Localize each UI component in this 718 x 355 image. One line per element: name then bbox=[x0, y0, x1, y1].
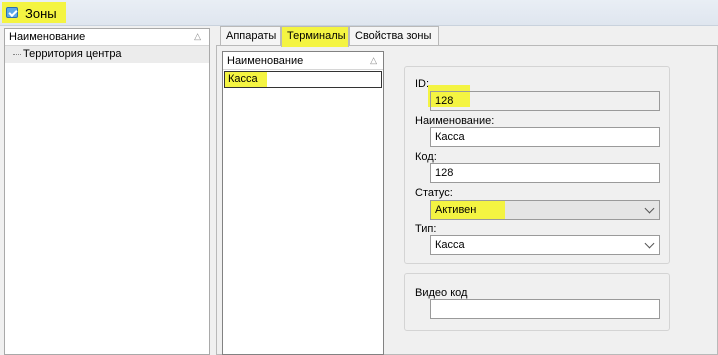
list-item-label: Касса bbox=[228, 73, 258, 85]
sort-arrow-icon[interactable]: △ bbox=[370, 55, 377, 66]
id-label: ID: bbox=[415, 78, 430, 90]
tree-column-header-label: Наименование bbox=[9, 31, 86, 43]
tab-label: Терминалы bbox=[287, 30, 346, 42]
type-select[interactable]: Касса bbox=[430, 235, 660, 255]
status-value: Активен bbox=[435, 204, 477, 216]
tree-connector-line bbox=[13, 54, 21, 55]
id-value: 128 bbox=[435, 95, 454, 107]
window-title: Зоны bbox=[25, 6, 57, 21]
zones-tree[interactable]: Наименование △ Территория центра bbox=[4, 28, 210, 355]
list-column-header[interactable]: Наименование △ bbox=[223, 52, 383, 70]
tab-terminals[interactable]: Терминалы bbox=[281, 26, 349, 47]
list-column-header-label: Наименование bbox=[227, 55, 304, 67]
tab-label: Свойства зоны bbox=[355, 30, 432, 42]
tree-column-header[interactable]: Наименование △ bbox=[5, 29, 209, 46]
code-field[interactable]: 128 bbox=[430, 163, 660, 183]
name-label: Наименование: bbox=[415, 115, 495, 127]
name-field[interactable]: Касса bbox=[430, 127, 660, 147]
chevron-down-icon[interactable] bbox=[642, 202, 658, 218]
tab-zone-properties[interactable]: Свойства зоны bbox=[349, 26, 439, 45]
code-value: 128 bbox=[435, 167, 454, 179]
tree-item-label: Территория центра bbox=[23, 48, 122, 60]
sort-arrow-icon[interactable]: △ bbox=[194, 31, 201, 42]
tab-devices[interactable]: Аппараты bbox=[220, 26, 281, 45]
chevron-down-icon[interactable] bbox=[642, 237, 658, 253]
zones-app-icon bbox=[6, 7, 18, 18]
status-select[interactable]: Активен bbox=[430, 200, 660, 220]
list-item[interactable]: Касса bbox=[224, 71, 382, 88]
terminals-list[interactable]: Наименование △ Касса bbox=[222, 51, 384, 355]
type-label: Тип: bbox=[415, 223, 437, 235]
type-value: Касса bbox=[435, 239, 465, 251]
video-code-field[interactable] bbox=[430, 299, 660, 319]
id-field[interactable]: 128 bbox=[430, 91, 660, 111]
code-label: Код: bbox=[415, 151, 437, 163]
video-code-label: Видео код bbox=[415, 287, 468, 299]
tree-item-territory[interactable]: Территория центра bbox=[5, 46, 209, 63]
title-bar: Зоны bbox=[0, 0, 718, 26]
status-label: Статус: bbox=[415, 187, 453, 199]
name-value: Касса bbox=[435, 131, 465, 143]
tab-label: Аппараты bbox=[226, 30, 277, 42]
